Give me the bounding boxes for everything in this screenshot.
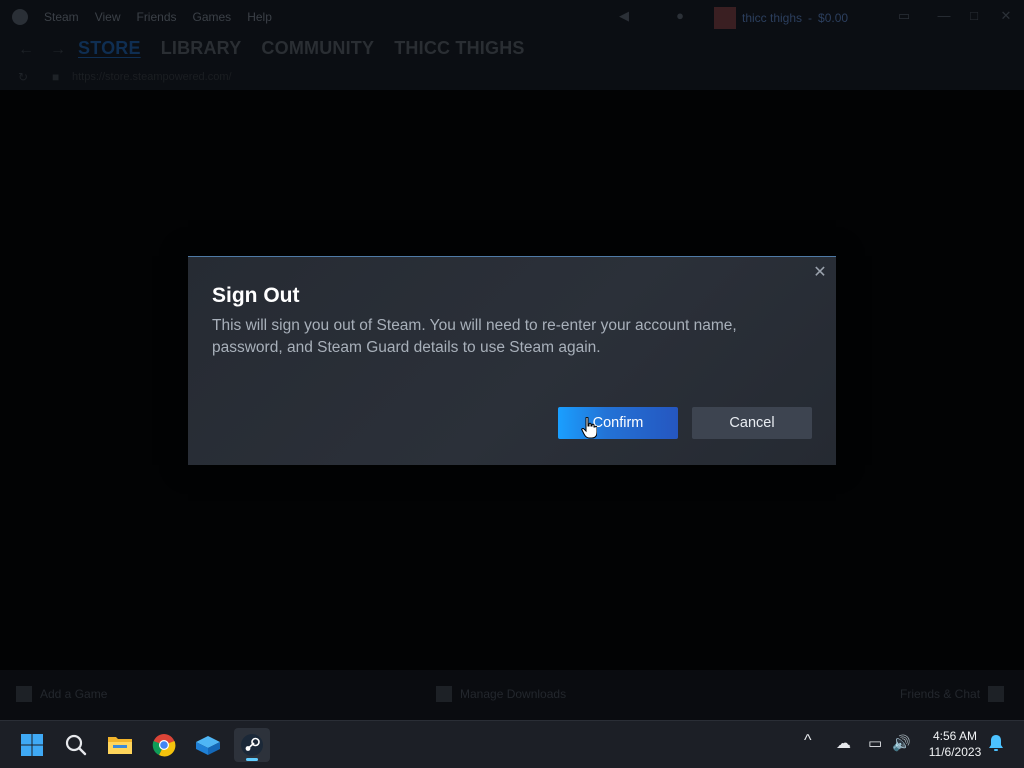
menu-item-steam[interactable]: Steam bbox=[44, 10, 79, 24]
volume-icon[interactable]: 🔊 bbox=[892, 734, 911, 752]
chrome-icon[interactable] bbox=[146, 728, 182, 762]
user-name: thicc thighs bbox=[742, 11, 803, 25]
file-explorer-icon[interactable] bbox=[102, 728, 138, 762]
clock-time: 4:56 AM bbox=[932, 729, 978, 743]
minimize-icon[interactable]: — bbox=[936, 9, 952, 23]
maximize-icon[interactable]: □ bbox=[966, 9, 982, 23]
sign-out-dialog: ✕ Sign Out This will sign you out of Ste… bbox=[188, 256, 836, 465]
chat-icon bbox=[988, 686, 1005, 702]
friends-chat-label: Friends & Chat bbox=[900, 687, 981, 701]
clock-date: 11/6/2023 bbox=[928, 745, 982, 759]
menu-item-view[interactable]: View bbox=[95, 10, 121, 24]
lock-icon: ■ bbox=[52, 70, 60, 84]
add-icon bbox=[16, 686, 32, 702]
user-menu[interactable]: thicc thighs - $0.00 bbox=[714, 7, 848, 29]
network-icon[interactable]: ▭ bbox=[868, 734, 882, 752]
friends-chat-button[interactable]: Friends & Chat bbox=[900, 686, 1005, 702]
dialog-title: Sign Out bbox=[212, 284, 300, 307]
user-balance-separator: - bbox=[808, 11, 813, 25]
clock[interactable]: 4:56 AM 11/6/2023 bbox=[920, 728, 990, 760]
url-text[interactable]: https://store.steampowered.com/ bbox=[72, 71, 232, 83]
steam-logo-icon bbox=[12, 9, 28, 25]
nav-tabs: STORE LIBRARY COMMUNITY THICC THIGHS bbox=[78, 38, 525, 59]
menu-item-friends[interactable]: Friends bbox=[136, 10, 176, 24]
download-icon bbox=[436, 686, 452, 702]
active-app-indicator bbox=[246, 758, 258, 761]
cancel-button[interactable]: Cancel bbox=[692, 407, 812, 439]
bottom-bar: Add a Game Manage Downloads Friends & Ch… bbox=[0, 670, 1024, 720]
steam-window: Steam View Friends Games Help ◀ ● thicc … bbox=[0, 0, 1024, 720]
chevron-up-icon[interactable]: ^ bbox=[804, 732, 812, 750]
reload-icon[interactable]: ↻ bbox=[18, 70, 28, 84]
steam-icon[interactable] bbox=[234, 728, 270, 762]
search-icon[interactable] bbox=[58, 728, 94, 762]
windows-start-icon[interactable] bbox=[14, 728, 50, 762]
tab-community[interactable]: COMMUNITY bbox=[261, 38, 374, 59]
avatar bbox=[714, 7, 736, 29]
notification-bell-icon[interactable] bbox=[988, 734, 1004, 756]
window-close-icon[interactable]: ✕ bbox=[998, 9, 1014, 23]
title-bar: Steam View Friends Games Help ◀ ● thicc … bbox=[0, 0, 1024, 36]
add-game-button[interactable]: Add a Game bbox=[16, 686, 107, 702]
tab-profile[interactable]: THICC THIGHS bbox=[394, 38, 524, 59]
dialog-message: This will sign you out of Steam. You wil… bbox=[212, 317, 737, 356]
tab-store[interactable]: STORE bbox=[78, 38, 141, 59]
url-bar: ↻ ■ https://store.steampowered.com/ bbox=[0, 66, 1024, 90]
close-icon[interactable]: ✕ bbox=[812, 265, 828, 281]
cloud-offline-icon[interactable]: ☁ bbox=[836, 734, 851, 752]
tab-library[interactable]: LIBRARY bbox=[161, 38, 242, 59]
notifications-icon[interactable]: ● bbox=[672, 9, 688, 23]
big-picture-icon[interactable]: ▭ bbox=[896, 9, 912, 23]
nav-bar: ← → STORE LIBRARY COMMUNITY THICC THIGHS bbox=[0, 36, 1024, 66]
confirm-button[interactable]: Confirm bbox=[558, 407, 678, 439]
manage-downloads-label: Manage Downloads bbox=[460, 687, 567, 701]
hand-cursor-icon bbox=[581, 417, 597, 439]
taskbar: ^ ☁ ▭ 🔊 4:56 AM 11/6/2023 bbox=[0, 720, 1024, 768]
back-arrow-icon[interactable]: ← bbox=[18, 41, 34, 59]
menu-item-games[interactable]: Games bbox=[193, 10, 232, 24]
dropbox-icon[interactable] bbox=[190, 728, 226, 762]
menu-item-help[interactable]: Help bbox=[247, 10, 272, 24]
broadcast-icon[interactable]: ◀ bbox=[616, 9, 632, 23]
manage-downloads-button[interactable]: Manage Downloads bbox=[436, 686, 566, 702]
menu-bar: Steam View Friends Games Help bbox=[12, 9, 272, 25]
user-balance: $0.00 bbox=[818, 11, 849, 25]
forward-arrow-icon[interactable]: → bbox=[50, 41, 66, 59]
add-game-label: Add a Game bbox=[40, 687, 108, 701]
